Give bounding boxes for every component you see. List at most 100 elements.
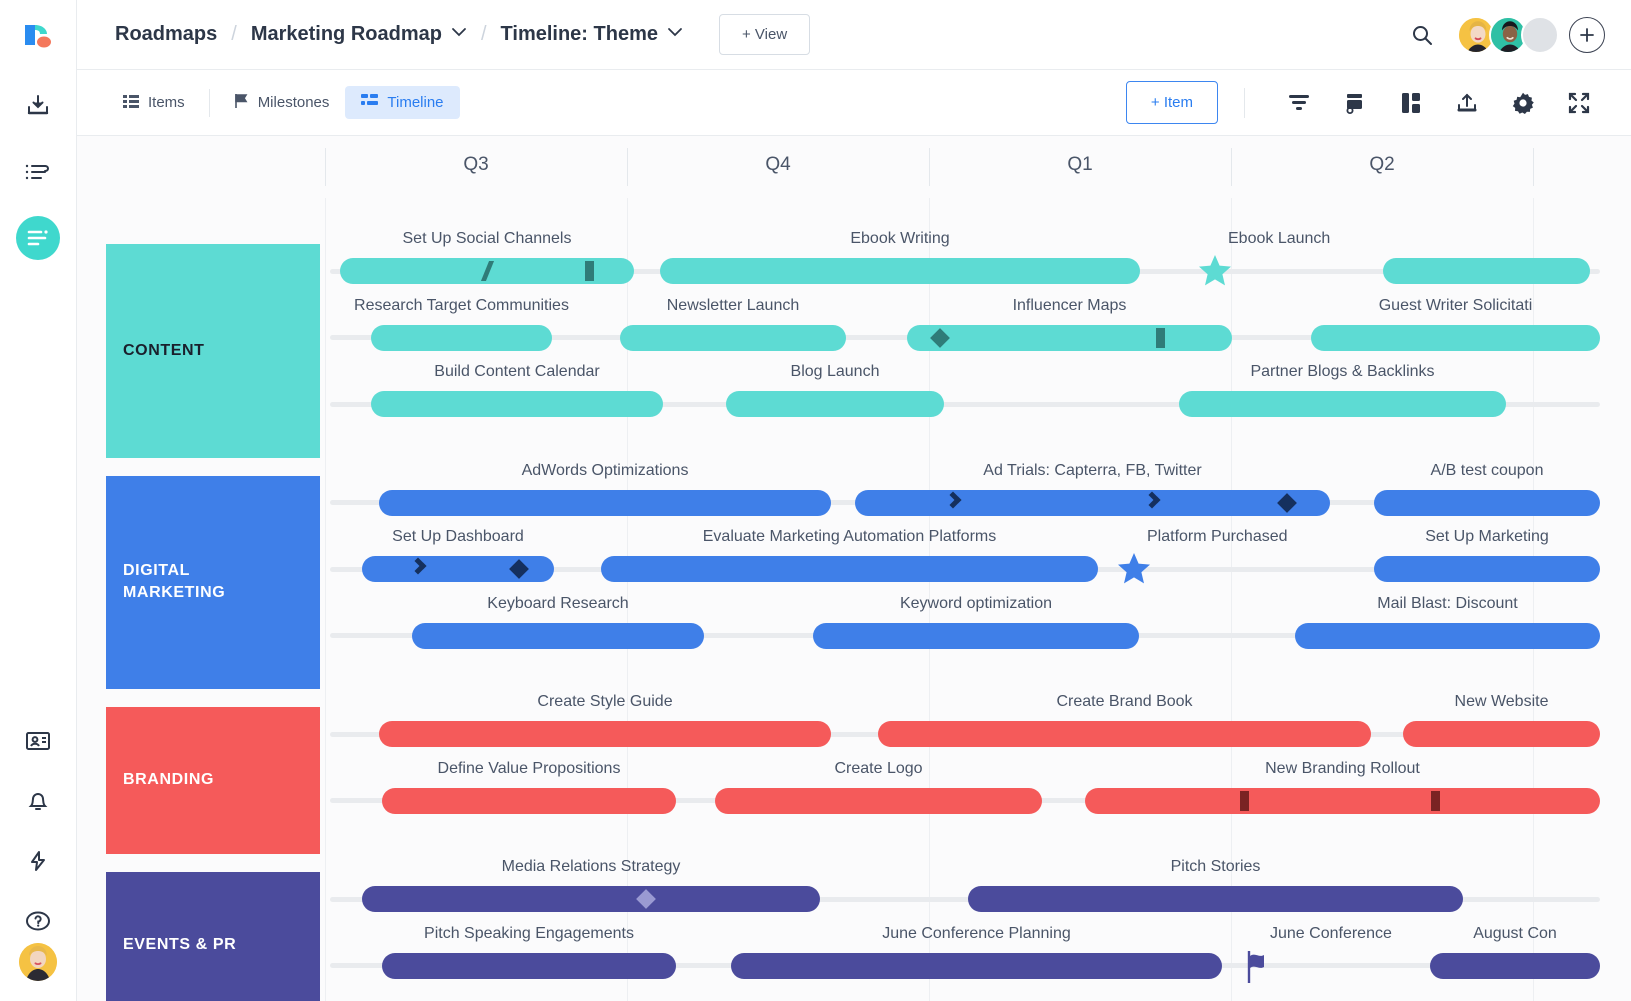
timeline-bar[interactable] — [1383, 258, 1590, 284]
bar-label: Create Brand Book — [1056, 693, 1193, 710]
avatar[interactable] — [19, 943, 57, 981]
timeline-canvas[interactable]: Q3 Q4 Q1 Q2 CONTENT Set Up Social Channels Eb… — [77, 136, 1631, 1001]
gear-icon[interactable] — [1503, 83, 1543, 123]
bar-label: Set Up Marketing — [1425, 528, 1549, 545]
bar-label: Platform Purchased — [1147, 528, 1288, 545]
grid-line — [325, 198, 326, 1001]
bar-label: Blog Launch — [790, 363, 880, 380]
timeline-bar[interactable] — [382, 787, 676, 814]
timeline-bar[interactable] — [379, 489, 831, 516]
grid-line — [1231, 198, 1232, 1001]
inbox-download-icon[interactable] — [16, 84, 60, 128]
tab-timeline[interactable]: Timeline — [345, 86, 460, 119]
timeline-bar[interactable] — [1374, 489, 1600, 516]
timeline-bar[interactable] — [968, 886, 1463, 912]
chevron-marker-icon — [944, 491, 962, 508]
timeline-bar[interactable] — [340, 258, 634, 284]
app-root: Roadmaps / Marketing Roadmap / Timeline:… — [0, 0, 1631, 1001]
list-arrow-icon[interactable] — [16, 150, 60, 194]
timeline-bar[interactable] — [1085, 787, 1600, 814]
bar-label: Media Relations Strategy — [501, 858, 681, 875]
bar-label: New Website — [1454, 693, 1549, 710]
lane-label: EVENTS & PR — [123, 936, 237, 954]
timeline-bar[interactable] — [1430, 952, 1600, 979]
breadcrumb-separator: / — [231, 23, 237, 45]
sidebar-item-roadmaps[interactable] — [16, 216, 60, 260]
timeline-bar[interactable] — [382, 952, 676, 979]
contact-card-icon[interactable] — [16, 719, 60, 763]
bar-label: June Conference — [1270, 924, 1392, 942]
toolbar-actions: + Item — [1125, 81, 1607, 124]
search-icon[interactable] — [1411, 24, 1433, 46]
diamond-marker-icon — [1277, 492, 1298, 513]
timeline-bar[interactable] — [1295, 622, 1600, 649]
avatar-3[interactable] — [1521, 15, 1559, 54]
lane-swatch-content[interactable]: CONTENT — [106, 244, 320, 458]
square-marker-icon — [1430, 790, 1440, 811]
roadmunk-logo-icon[interactable] — [16, 14, 60, 58]
chevron-down-icon[interactable] — [451, 24, 467, 42]
timeline-bar[interactable] — [855, 489, 1330, 516]
breadcrumb-timeline-theme[interactable]: Timeline: Theme — [501, 23, 658, 46]
timeline-bar[interactable] — [813, 622, 1139, 649]
upload-icon[interactable] — [1447, 83, 1487, 123]
header-actions — [1411, 15, 1605, 54]
tab-milestones-label: Milestones — [257, 94, 330, 111]
timeline-bar[interactable] — [379, 721, 831, 747]
breadcrumb-roadmaps[interactable]: Roadmaps — [115, 23, 217, 46]
timeline-bar[interactable] — [362, 886, 820, 912]
timeline-bar[interactable] — [878, 721, 1371, 747]
timeline-bar[interactable] — [1403, 721, 1600, 747]
timeline-bar[interactable] — [371, 391, 663, 417]
bar-label: Create Style Guide — [537, 693, 673, 710]
bolt-icon[interactable] — [16, 839, 60, 883]
chevron-marker-icon — [409, 557, 427, 575]
lane-label: DIGITAL MARKETING — [123, 561, 226, 602]
lane-swatch-events-pr[interactable]: EVENTS & PR — [106, 872, 320, 1001]
tab-items-label: Items — [148, 94, 185, 111]
bar-label: Keyboard Research — [487, 594, 629, 612]
square-marker-icon — [585, 261, 595, 281]
timeline-bar[interactable] — [601, 556, 1098, 582]
timeline-bar[interactable] — [1311, 324, 1600, 351]
tab-divider — [208, 88, 210, 117]
flag-icon — [234, 93, 249, 113]
panel-layout-icon[interactable] — [1391, 83, 1431, 123]
timeline-bar[interactable] — [731, 952, 1222, 979]
timeline-bar[interactable] — [620, 324, 846, 351]
bar-label: Keyword optimization — [899, 594, 1053, 612]
tab-items[interactable]: Items — [107, 86, 201, 120]
star-milestone-icon[interactable] — [1117, 552, 1151, 591]
timeline-bar[interactable] — [371, 324, 552, 351]
bar-label: Pitch Stories — [1170, 858, 1261, 875]
bell-icon[interactable] — [16, 779, 60, 823]
filter-icon[interactable] — [1279, 83, 1319, 123]
add-view-button[interactable]: + View — [718, 14, 811, 55]
bar-label: Mail Blast: Discount — [1377, 594, 1518, 612]
plus-icon[interactable] — [1569, 16, 1605, 53]
bar-label: Evaluate Marketing Automation Platforms — [702, 528, 997, 545]
timeline-bar[interactable] — [907, 324, 1232, 351]
timeline-bar[interactable] — [362, 556, 554, 582]
breadcrumb-marketing-roadmap[interactable]: Marketing Roadmap — [251, 23, 442, 46]
chevron-down-icon-2[interactable] — [667, 24, 683, 42]
bar-label: Influencer Maps — [1012, 296, 1127, 314]
layers-link-icon[interactable] — [1335, 83, 1375, 123]
fullscreen-icon[interactable] — [1559, 83, 1599, 123]
lane-swatch-branding[interactable]: BRANDING — [106, 707, 320, 854]
add-item-button[interactable]: + Item — [1125, 81, 1218, 124]
lane-swatch-digital-marketing[interactable]: DIGITAL MARKETING — [106, 475, 320, 689]
flag-milestone-icon[interactable] — [1240, 949, 1274, 990]
timeline-bar[interactable] — [412, 622, 704, 649]
quarter-divider — [1533, 148, 1534, 186]
tab-milestones[interactable]: Milestones — [218, 85, 346, 121]
star-milestone-icon[interactable] — [1198, 254, 1232, 293]
timeline-bar[interactable] — [660, 258, 1140, 284]
timeline-bar[interactable] — [1374, 556, 1600, 582]
lane-label: BRANDING — [123, 771, 215, 789]
timeline-bar[interactable] — [715, 787, 1042, 814]
help-circle-icon[interactable] — [16, 899, 60, 943]
bar-label: Build Content Calendar — [434, 363, 600, 380]
timeline-bar[interactable] — [726, 391, 944, 417]
timeline-bar[interactable] — [1179, 391, 1506, 417]
